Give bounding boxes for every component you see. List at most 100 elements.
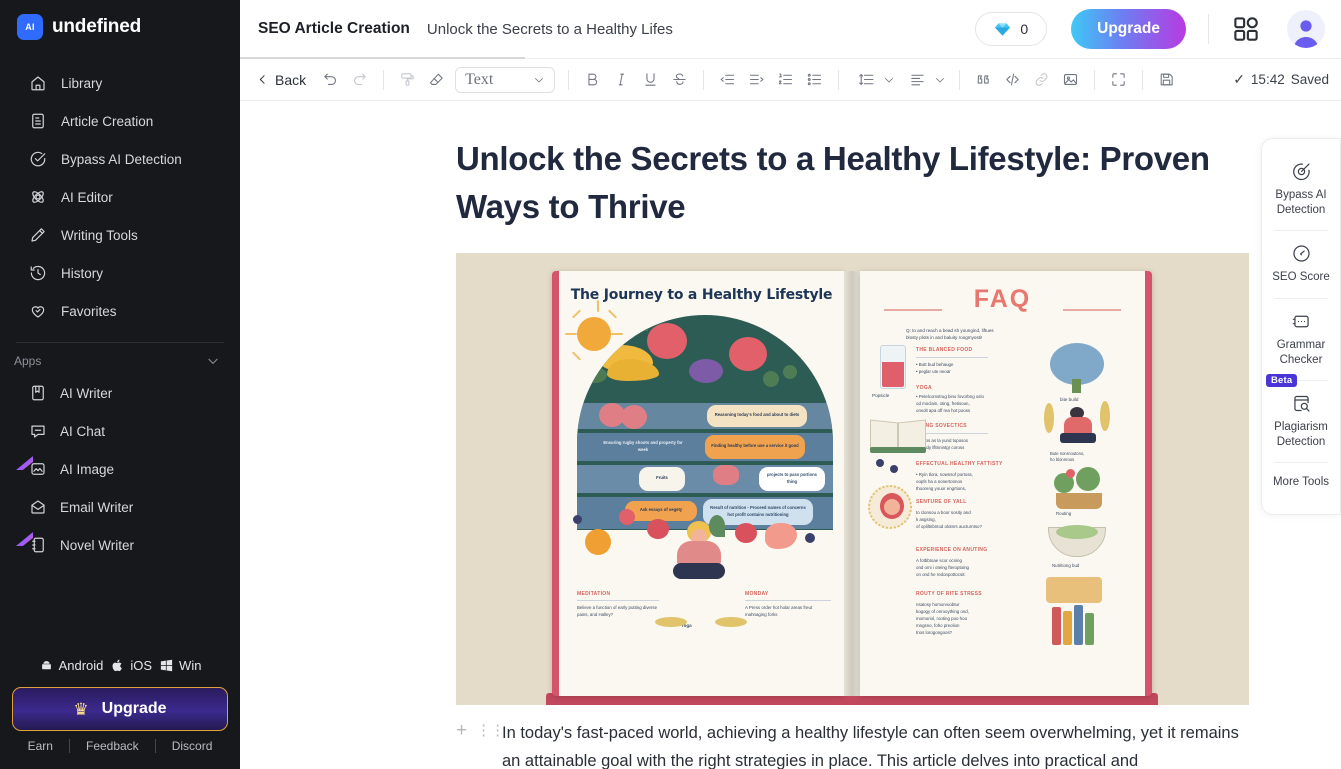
redo-icon — [354, 73, 366, 86]
link-button[interactable] — [1027, 65, 1056, 94]
platform-ios[interactable]: iOS — [110, 658, 152, 673]
text-style-select[interactable]: Text — [455, 66, 556, 93]
paint-format-button[interactable] — [393, 65, 422, 94]
avatar[interactable] — [1287, 10, 1325, 49]
add-block-icon[interactable]: + — [456, 721, 467, 740]
chevron-down-icon[interactable] — [206, 354, 220, 368]
sidebar-upgrade-button[interactable]: ♛ Upgrade — [12, 687, 228, 731]
apps-section-label: Apps — [14, 354, 42, 368]
sidebar-item-history[interactable]: History — [0, 254, 240, 292]
blueberry-graphic — [629, 322, 636, 330]
tab-seo-article-creation[interactable]: SEO Article Creation — [258, 20, 410, 38]
windows-icon — [160, 659, 173, 672]
link-icon — [1035, 73, 1048, 86]
sidebar-item-bypass-ai-detection[interactable]: Bypass AI Detection — [0, 140, 240, 178]
italic-button[interactable] — [607, 65, 636, 94]
indent-button[interactable] — [742, 65, 771, 94]
quote-button[interactable] — [969, 65, 998, 94]
underline-button[interactable] — [636, 65, 665, 94]
bold-button[interactable] — [578, 65, 607, 94]
paint-format-icon — [401, 73, 414, 86]
sidebar-item-ai-chat[interactable]: AI Chat — [0, 412, 240, 450]
undo-button[interactable] — [316, 65, 345, 94]
block-handles: + ⋮⋮ — [456, 719, 505, 740]
clock-icon — [28, 264, 47, 283]
tool-plagiarism-detection[interactable]: Beta Plagiarism Detection — [1262, 373, 1340, 462]
clear-format-button[interactable] — [422, 65, 451, 94]
chevron-left-icon — [259, 75, 265, 84]
open-book-small-graphic — [870, 417, 928, 453]
platform-android[interactable]: Android — [39, 658, 103, 673]
footer-link-discord[interactable]: Discord — [154, 739, 229, 753]
editor-toolbar: Back Text ✓ 15:42 Saved — [240, 59, 1341, 101]
sidebar-item-ai-image[interactable]: AI Image — [0, 450, 240, 488]
sidebar-item-favorites[interactable]: Favorites — [0, 292, 240, 330]
crown-icon: ♛ — [73, 699, 89, 719]
tool-bypass-ai-detection[interactable]: Bypass AI Detection — [1262, 149, 1340, 230]
tool-seo-score[interactable]: SEO Score — [1262, 231, 1340, 297]
faq-heading: EXPERIENCE ON ANUTING — [916, 546, 988, 553]
blueberry-graphic — [621, 316, 628, 324]
sandwich-graphic — [1046, 576, 1102, 603]
align-button[interactable] — [899, 65, 950, 94]
drag-handle-icon[interactable]: ⋮⋮ — [476, 723, 505, 738]
article-hero-image[interactable]: The Journey to a Healthy Lifestyle Reaso… — [456, 252, 1249, 705]
tool-label: SEO Score — [1272, 271, 1330, 284]
credits-badge[interactable]: 0 — [975, 12, 1048, 47]
bullet-list-button[interactable] — [800, 65, 829, 94]
brand-name: undefined — [52, 16, 141, 37]
greens-graphic — [763, 370, 779, 387]
home-icon — [28, 74, 47, 93]
code-button[interactable] — [998, 65, 1027, 94]
strawberry-graphic — [735, 522, 757, 543]
footer-link-earn[interactable]: Earn — [12, 739, 69, 753]
blueberry-graphic — [573, 514, 582, 524]
apps-grid-icon[interactable] — [1231, 14, 1261, 44]
article-paragraph[interactable]: In today's fast-paced world, achieving a… — [502, 719, 1261, 769]
faq-heading: SENTURE OF YALL — [916, 498, 967, 505]
sidebar-item-writing-tools[interactable]: Writing Tools — [0, 216, 240, 254]
android-icon — [40, 660, 52, 671]
sidebar-item-ai-writer[interactable]: AI Writer — [0, 374, 240, 412]
tool-more-tools[interactable]: More Tools — [1262, 463, 1340, 502]
back-button[interactable]: Back — [256, 72, 316, 88]
brand-logo[interactable]: AI undefined — [0, 0, 240, 54]
strikethrough-button[interactable] — [665, 65, 694, 94]
ordered-list-button[interactable] — [771, 65, 800, 94]
line-height-button[interactable] — [848, 65, 899, 94]
sidebar-upgrade-label: Upgrade — [101, 700, 167, 717]
sidebar-item-ai-editor[interactable]: AI Editor — [0, 178, 240, 216]
header-upgrade-button[interactable]: Upgrade — [1071, 9, 1186, 50]
right-page-title: FAQ — [973, 284, 1032, 313]
plant-graphic — [1076, 466, 1100, 491]
sun-ray — [565, 332, 577, 335]
redo-button[interactable] — [345, 65, 374, 94]
outdent-button[interactable] — [713, 65, 742, 94]
platform-win[interactable]: Win — [159, 658, 201, 673]
berry-graphic — [787, 328, 796, 338]
plate-note: Finding healthy before use a service it … — [705, 434, 805, 459]
save-button[interactable] — [1152, 65, 1181, 94]
breadcrumb-article-name[interactable]: Unlock the Secrets to a Healthy Lifes — [427, 21, 673, 38]
sidebar-item-email-writer[interactable]: Email Writer — [0, 488, 240, 526]
book-icon — [28, 384, 47, 403]
right-tools-panel: Bypass AI Detection SEO Score Grammar Ch… — [1261, 138, 1341, 516]
document-scroll-area[interactable]: Unlock the Secrets to a Healthy Lifestyl… — [240, 100, 1341, 769]
sidebar-item-article-creation[interactable]: Article Creation — [0, 102, 240, 140]
berry-graphic — [619, 508, 635, 525]
sidebar-item-library[interactable]: Library — [0, 64, 240, 102]
sidebar-item-novel-writer[interactable]: Novel Writer — [0, 526, 240, 564]
orange-graphic — [585, 528, 611, 555]
leaf-graphic — [639, 316, 648, 331]
apps-section-header[interactable]: Apps — [0, 343, 240, 374]
leaf-graphic — [709, 514, 725, 537]
insert-image-button[interactable] — [1056, 65, 1085, 94]
top-header: SEO Article Creation Unlock the Secrets … — [240, 0, 1341, 60]
footer-link-feedback[interactable]: Feedback — [68, 739, 155, 753]
tool-grammar-checker[interactable]: Grammar Checker — [1262, 299, 1340, 380]
sidebar-item-label: AI Editor — [61, 189, 113, 205]
greens-graphic — [583, 366, 607, 383]
page-title[interactable]: Unlock the Secrets to a Healthy Lifestyl… — [456, 135, 1256, 231]
note-heading: MONDAY — [745, 590, 769, 597]
fullscreen-button[interactable] — [1104, 65, 1133, 94]
